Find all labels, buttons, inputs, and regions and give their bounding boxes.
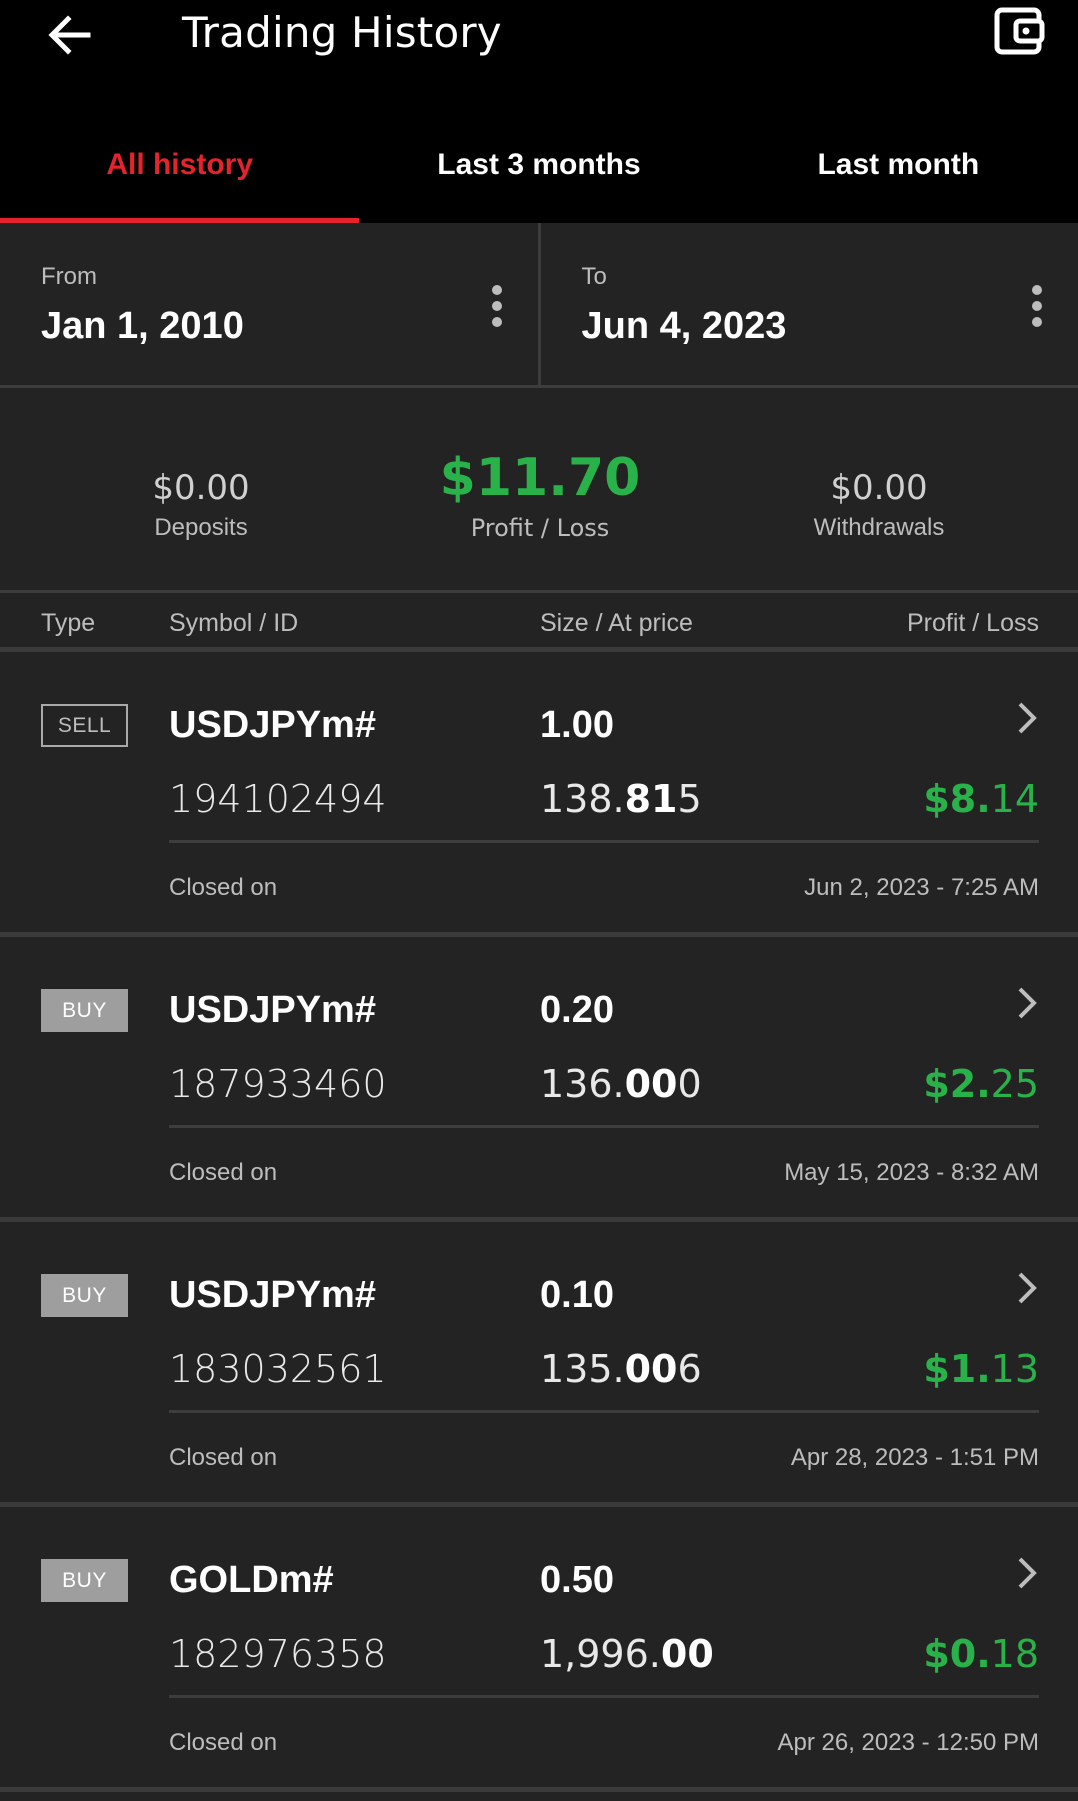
row-divider	[169, 1125, 1039, 1128]
closed-on-label: Closed on	[169, 1159, 278, 1186]
tab-last-month[interactable]: Last month	[719, 120, 1078, 223]
history-summary: $0.00 Deposits $11.70 Profit / Loss $0.0…	[0, 388, 1078, 593]
trade-profit-loss: $1.13	[923, 1347, 1039, 1391]
withdrawals-value: $0.00	[830, 468, 928, 508]
closed-on-label: Closed on	[169, 1444, 278, 1471]
closed-date: Jun 2, 2023 - 7:25 AM	[804, 874, 1039, 901]
closed-on-label: Closed on	[169, 1729, 278, 1756]
trade-profit-loss: $0.18	[923, 1632, 1039, 1676]
trade-price: 135.006	[540, 1347, 702, 1391]
deposits-value: $0.00	[152, 468, 250, 508]
closed-on-label: Closed on	[169, 874, 278, 901]
trade-type-badge: BUY	[41, 1274, 128, 1317]
row-divider	[169, 1695, 1039, 1698]
chevron-right-icon[interactable]	[1014, 1268, 1040, 1308]
more-vert-icon[interactable]	[490, 285, 504, 331]
more-vert-icon[interactable]	[1030, 285, 1044, 331]
tab-last-3-months[interactable]: Last 3 months	[359, 120, 718, 223]
wallet-icon	[994, 7, 1045, 55]
trade-price: 1,996.00	[540, 1632, 714, 1676]
withdrawals-summary: $0.00 Withdrawals	[729, 468, 1029, 542]
profit-loss-value: $11.70	[439, 448, 641, 508]
chevron-right-icon[interactable]	[1014, 983, 1040, 1023]
trade-symbol: USDJPYm#	[169, 989, 376, 1031]
column-headers: Type Symbol / ID Size / At price Profit …	[0, 593, 1078, 652]
trade-price: 138.815	[540, 777, 702, 821]
col-type: Type	[41, 609, 96, 637]
withdrawals-label: Withdrawals	[813, 514, 945, 541]
trade-id: 194102494	[169, 777, 387, 821]
col-size: Size / At price	[540, 609, 693, 637]
trade-size: 0.10	[540, 1274, 614, 1316]
col-symbol: Symbol / ID	[169, 609, 299, 637]
chevron-right-icon[interactable]	[1014, 698, 1040, 738]
chevron-right-icon[interactable]	[1014, 1553, 1040, 1593]
trade-row[interactable]: BUY USDJPYm# 183032561 0.10 135.006 $1.1…	[0, 1222, 1078, 1507]
closed-date: May 15, 2023 - 8:32 AM	[784, 1159, 1039, 1186]
trade-symbol: USDJPYm#	[169, 704, 376, 746]
deposits-label: Deposits	[154, 514, 248, 541]
closed-date: Apr 28, 2023 - 1:51 PM	[790, 1444, 1039, 1471]
tab-all-history[interactable]: All history	[0, 120, 360, 223]
row-divider	[169, 840, 1039, 843]
trade-id: 182976358	[169, 1632, 387, 1676]
arrow-left-icon	[48, 15, 91, 55]
col-profit-loss: Profit / Loss	[907, 609, 1039, 637]
app-header: Trading History All history Last 3 month…	[0, 0, 1078, 223]
profit-loss-summary: $11.70 Profit / Loss	[390, 448, 690, 542]
trade-profit-loss: $8.14	[923, 777, 1039, 821]
trade-type-badge: SELL	[41, 704, 128, 747]
to-date-picker[interactable]: To Jun 4, 2023	[541, 223, 1078, 385]
trade-size: 1.00	[540, 704, 614, 746]
trade-type-badge: BUY	[41, 989, 128, 1032]
trade-type-badge: BUY	[41, 1559, 128, 1602]
trade-price: 136.000	[540, 1062, 702, 1106]
from-label: From	[41, 263, 97, 290]
row-divider	[169, 1410, 1039, 1413]
profit-loss-label: Profit / Loss	[470, 514, 610, 542]
back-button[interactable]	[44, 6, 100, 62]
deposits-summary: $0.00 Deposits	[51, 468, 351, 542]
trade-row[interactable]: BUY USDJPYm# 187933460 0.20 136.000 $2.2…	[0, 937, 1078, 1222]
trade-symbol: USDJPYm#	[169, 1274, 376, 1316]
from-date-value: Jan 1, 2010	[41, 305, 244, 347]
trade-size: 0.20	[540, 989, 614, 1031]
trade-id: 187933460	[169, 1062, 387, 1106]
trade-row[interactable]: BUY GOLDm# 182976358 0.50 1,996.00 $0.18…	[0, 1507, 1078, 1792]
trade-profit-loss: $2.25	[923, 1062, 1039, 1106]
trade-id: 183032561	[169, 1347, 387, 1391]
trade-size: 0.50	[540, 1559, 614, 1601]
page-title: Trading History	[182, 8, 502, 57]
to-date-value: Jun 4, 2023	[581, 305, 787, 347]
to-label: To	[581, 263, 607, 290]
history-tabs: All history Last 3 months Last month	[0, 120, 1078, 223]
from-date-picker[interactable]: From Jan 1, 2010	[0, 223, 541, 385]
wallet-button[interactable]	[992, 4, 1046, 58]
trade-row[interactable]: SELL USDJPYm# 194102494 1.00 138.815 $8.…	[0, 652, 1078, 937]
date-range: From Jan 1, 2010 To Jun 4, 2023	[0, 223, 1078, 388]
trade-symbol: GOLDm#	[169, 1559, 334, 1601]
closed-date: Apr 26, 2023 - 12:50 PM	[777, 1729, 1040, 1756]
